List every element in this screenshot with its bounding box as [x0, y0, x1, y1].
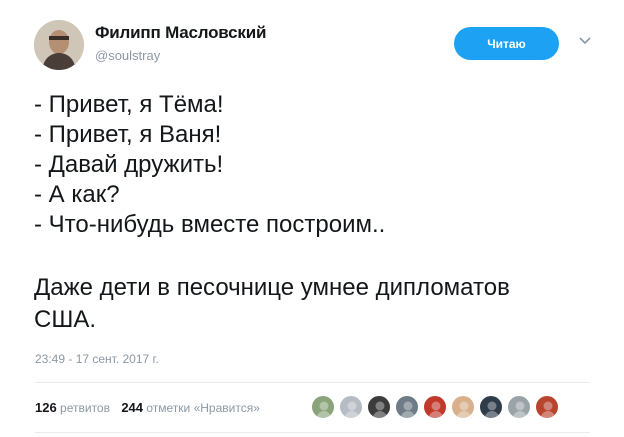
liker-avatar-icon[interactable] [395, 395, 419, 419]
author-avatar[interactable] [34, 20, 84, 70]
tweet-line: - Привет, я Тёма! [34, 91, 224, 118]
author-photo-icon [34, 20, 84, 70]
tweet-timestamp[interactable]: 23:49 - 17 сент. 2017 г. [35, 352, 159, 366]
default-avatar-icon[interactable] [339, 395, 363, 419]
tweet-header: Филипп Масловский @soulstray Читаю [34, 20, 604, 72]
retweets-label: ретвитов [60, 401, 110, 415]
liker-avatar-icon[interactable] [423, 395, 447, 419]
liker-avatar-icon[interactable] [479, 395, 503, 419]
author-name[interactable]: Филипп Масловский [95, 23, 266, 43]
tweet-line: - Что-нибудь вместе построим.. [34, 211, 386, 238]
likes-label: отметки «Нравится» [146, 401, 260, 415]
author-info: Филипп Масловский @soulstray [95, 23, 266, 63]
liker-avatar-icon[interactable] [535, 395, 559, 419]
liker-avatar-icon[interactable] [451, 395, 475, 419]
divider [35, 432, 590, 433]
divider [35, 382, 590, 383]
tweet-line: - Давай дружить! [34, 151, 224, 178]
liker-avatar-icon[interactable] [507, 395, 531, 419]
tweet-line: - А как? [34, 181, 120, 208]
following-button[interactable]: Читаю [454, 27, 559, 60]
tweet-stats: 126 ретвитов 244 отметки «Нравится» [35, 400, 260, 415]
likes-count: 244 [121, 400, 144, 415]
liker-avatar-icon[interactable] [311, 395, 335, 419]
retweets-stat[interactable]: 126 ретвитов [35, 400, 110, 415]
tweet-line: США. [34, 306, 97, 333]
author-handle[interactable]: @soulstray [95, 48, 266, 63]
tweet-line: - Привет, я Ваня! [34, 121, 222, 148]
tweet-line: Даже дети в песочнице умнее дипломатов [34, 274, 510, 301]
likes-stat[interactable]: 244 отметки «Нравится» [121, 400, 260, 415]
tweet-text: - Привет, я Тёма! - Привет, я Ваня! - Да… [34, 90, 604, 336]
chevron-down-icon[interactable] [577, 34, 593, 48]
retweets-count: 126 [35, 400, 57, 415]
liker-avatar-icon[interactable] [367, 395, 391, 419]
